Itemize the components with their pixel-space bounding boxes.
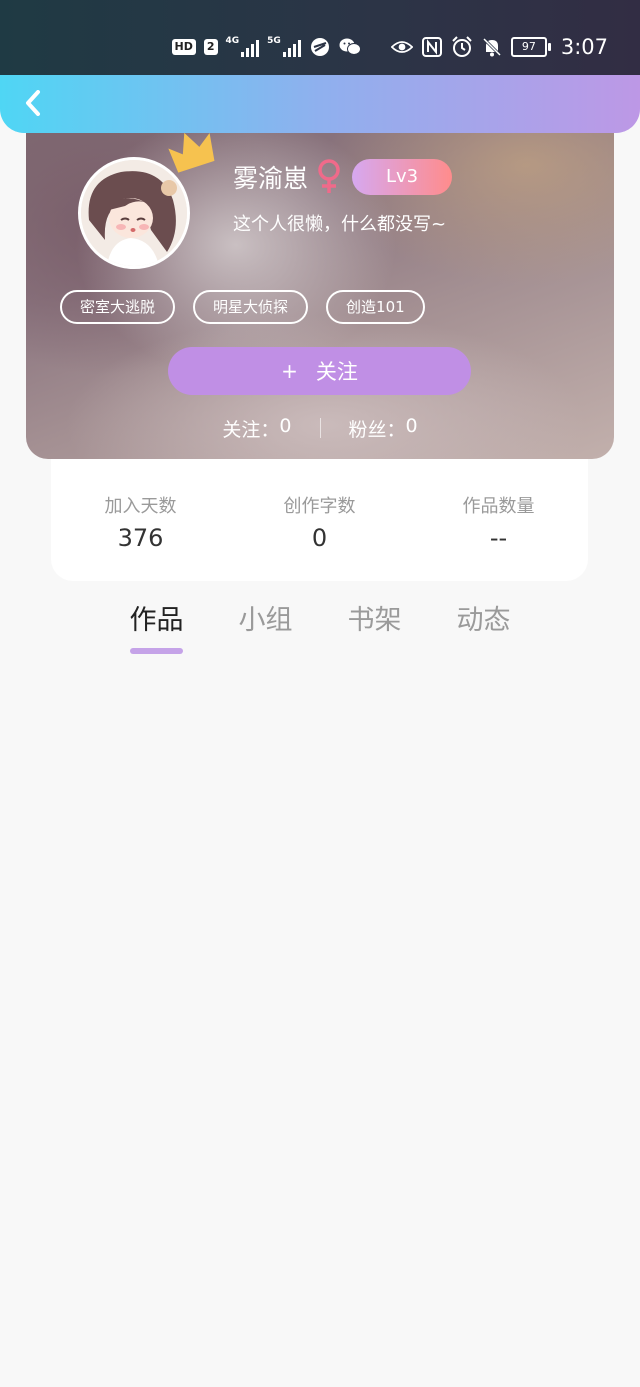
follow-stats: 关注： 0 粉丝： 0 xyxy=(26,410,614,446)
sim-icon: 2 xyxy=(203,39,218,55)
tag-item[interactable]: 明星大侦探 xyxy=(193,290,309,324)
level-badge: Lv3 xyxy=(352,159,453,195)
avatar-container xyxy=(78,132,215,269)
stat-label: 作品数量 xyxy=(462,496,535,517)
profile-page: HD 2 4G 5G 97 3:07 雾渝崽 Lv3 这个人很懒，什么都没写~ … xyxy=(0,0,640,1387)
mute-icon xyxy=(481,36,503,58)
stat-value: 0 xyxy=(311,524,328,552)
alarm-icon xyxy=(451,36,473,58)
avatar[interactable] xyxy=(78,157,190,269)
chevron-left-icon xyxy=(26,90,40,116)
network-4g-label: 4G xyxy=(225,36,240,46)
interest-tags: 密室大逃脱 明星大侦探 创造101 xyxy=(60,290,425,324)
fans-count: 0 xyxy=(405,414,418,437)
active-tab-indicator xyxy=(130,648,183,654)
following-label: 关注： xyxy=(222,418,280,441)
following-count: 0 xyxy=(279,414,292,437)
user-name: 雾渝崽 xyxy=(233,164,309,193)
tab-label: 小组 xyxy=(238,605,293,636)
signal-icon-2: 5G xyxy=(267,37,301,57)
tab-label: 作品 xyxy=(129,605,184,636)
follow-button-label: 关注 xyxy=(315,360,358,384)
vpn-icon xyxy=(309,36,331,58)
status-icons: HD 2 4G 5G 97 3:07 xyxy=(171,30,608,64)
female-icon xyxy=(318,159,340,193)
top-nav-bar xyxy=(0,75,640,133)
tab-content-area xyxy=(0,670,640,1387)
back-button[interactable] xyxy=(18,83,48,123)
tag-item[interactable]: 密室大逃脱 xyxy=(60,290,176,324)
stat-join-days: 加入天数 376 xyxy=(51,458,230,581)
tab-label: 动态 xyxy=(456,605,511,636)
user-bio: 这个人很懒，什么都没写~ xyxy=(233,214,447,235)
hd-icon: HD xyxy=(171,39,196,55)
clock: 3:07 xyxy=(560,35,608,59)
stat-label: 加入天数 xyxy=(104,496,177,517)
network-5g-label: 5G xyxy=(267,36,281,46)
tab-works[interactable]: 作品 xyxy=(102,598,211,658)
signal-icon: 4G xyxy=(226,37,260,57)
follow-button[interactable]: + 关注 xyxy=(168,347,471,395)
tab-activity[interactable]: 动态 xyxy=(429,598,538,658)
stats-divider xyxy=(319,418,321,438)
tag-item[interactable]: 创造101 xyxy=(326,290,425,324)
stat-value: 376 xyxy=(117,524,164,552)
stat-label: 创作字数 xyxy=(283,496,356,517)
crown-icon xyxy=(168,132,215,173)
stat-value: -- xyxy=(489,524,508,552)
stat-word-count: 创作字数 0 xyxy=(230,458,409,581)
eye-icon xyxy=(390,36,413,58)
tab-groups[interactable]: 小组 xyxy=(211,598,320,658)
following-stat[interactable]: 关注： 0 xyxy=(222,415,291,442)
status-bar: HD 2 4G 5G 97 3:07 xyxy=(0,0,640,75)
plus-icon: + xyxy=(281,359,298,383)
name-row: 雾渝崽 Lv3 xyxy=(233,159,453,195)
battery-icon: 97 xyxy=(510,37,551,57)
profile-header-card: 雾渝崽 Lv3 这个人很懒，什么都没写~ 密室大逃脱 明星大侦探 创造101 +… xyxy=(26,105,614,459)
nfc-icon xyxy=(421,36,443,58)
tab-bookshelf[interactable]: 书架 xyxy=(320,598,429,658)
wechat-icon xyxy=(339,36,361,58)
fans-label: 粉丝： xyxy=(348,418,406,441)
stats-card: 加入天数 376 创作字数 0 作品数量 -- xyxy=(51,458,588,581)
content-tabs: 作品 小组 书架 动态 xyxy=(102,598,538,658)
fans-stat[interactable]: 粉丝： 0 xyxy=(349,415,418,442)
tab-label: 书架 xyxy=(347,605,402,636)
stat-works-count: 作品数量 -- xyxy=(409,458,588,581)
